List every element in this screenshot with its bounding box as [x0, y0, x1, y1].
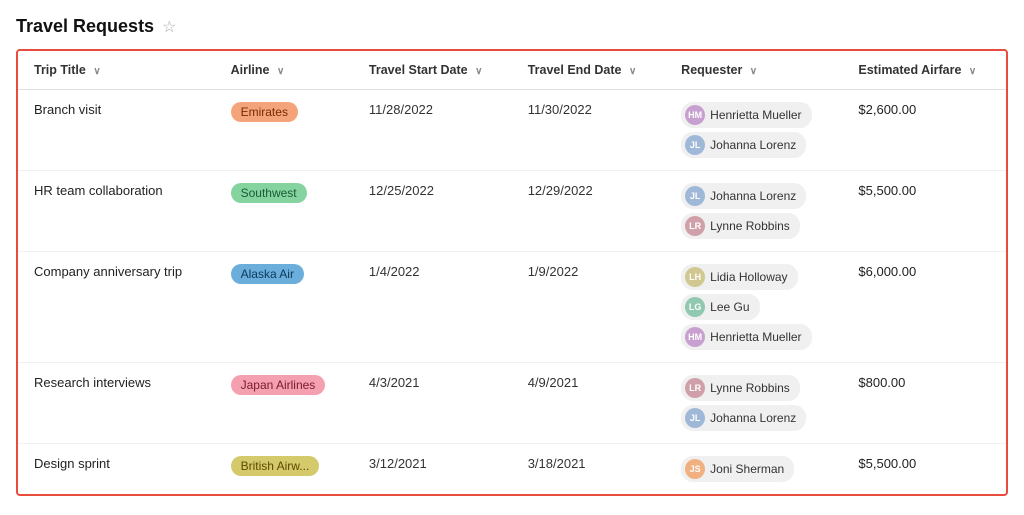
avatar: HM: [685, 327, 705, 347]
requester-name: Johanna Lorenz: [710, 138, 796, 152]
sort-requester-icon: ∨: [750, 66, 757, 77]
travel-end-date-cell: 11/30/2022: [512, 90, 665, 171]
avatar: JL: [685, 408, 705, 428]
sort-airfare-icon: ∨: [969, 66, 976, 77]
avatar: LR: [685, 378, 705, 398]
avatar: LG: [685, 297, 705, 317]
requester-cell: LR Lynne Robbins JL Johanna Lorenz: [665, 363, 842, 444]
col-travel-end-date[interactable]: Travel End Date ∨: [512, 51, 665, 90]
col-requester-label: Requester: [681, 63, 742, 77]
requester-name: Joni Sherman: [710, 462, 784, 476]
col-airline-label: Airline: [231, 63, 270, 77]
requester-chip: LG Lee Gu: [681, 294, 759, 320]
avatar: HM: [685, 105, 705, 125]
col-trip-title[interactable]: Trip Title ∨: [18, 51, 215, 90]
trip-title-value: HR team collaboration: [34, 183, 163, 198]
travel-end-date-cell: 3/18/2021: [512, 444, 665, 495]
avatar: JL: [685, 186, 705, 206]
requester-name: Lee Gu: [710, 300, 749, 314]
airline-badge: Emirates: [231, 102, 298, 122]
airline-cell: Southwest: [215, 171, 353, 252]
travel-requests-table: Trip Title ∨ Airline ∨ Travel Start Date…: [18, 51, 1006, 494]
trip-title-cell: Research interviews: [18, 363, 215, 444]
requester-name: Lynne Robbins: [710, 381, 790, 395]
estimated-airfare-cell: $5,500.00: [842, 171, 1006, 252]
estimated-airfare-cell: $2,600.00: [842, 90, 1006, 171]
requester-cell: JS Joni Sherman: [665, 444, 842, 495]
requester-chip: HM Henrietta Mueller: [681, 102, 811, 128]
table-row: Branch visit Emirates 11/28/202211/30/2022…: [18, 90, 1006, 171]
trip-title-cell: Design sprint: [18, 444, 215, 495]
airline-badge: Alaska Air: [231, 264, 304, 284]
requester-chip: JS Joni Sherman: [681, 456, 794, 482]
requester-name: Lynne Robbins: [710, 219, 790, 233]
sort-start-date-icon: ∨: [475, 66, 482, 77]
favorite-star-icon[interactable]: ☆: [162, 17, 176, 37]
requester-cell: JL Johanna Lorenz LR Lynne Robbins: [665, 171, 842, 252]
requester-name: Lidia Holloway: [710, 270, 787, 284]
requester-chip: LR Lynne Robbins: [681, 213, 800, 239]
col-travel-start-date-label: Travel Start Date: [369, 63, 468, 77]
requester-chip: JL Johanna Lorenz: [681, 183, 806, 209]
avatar: JL: [685, 135, 705, 155]
requester-name: Johanna Lorenz: [710, 411, 796, 425]
requester-name: Henrietta Mueller: [710, 108, 801, 122]
page-header: Travel Requests ☆: [16, 16, 1008, 37]
sort-end-date-icon: ∨: [629, 66, 636, 77]
requester-cell: HM Henrietta Mueller JL Johanna Lorenz: [665, 90, 842, 171]
travel-requests-table-container: Trip Title ∨ Airline ∨ Travel Start Date…: [16, 49, 1008, 496]
requester-cell: LH Lidia Holloway LG Lee Gu HM Henrietta Muel…: [665, 252, 842, 363]
estimated-airfare-cell: $5,500.00: [842, 444, 1006, 495]
requester-chip: JL Johanna Lorenz: [681, 132, 806, 158]
table-row: Design sprint British Airw... 3/12/20213/1…: [18, 444, 1006, 495]
col-trip-title-label: Trip Title: [34, 63, 86, 77]
travel-end-date-cell: 12/29/2022: [512, 171, 665, 252]
avatar: LR: [685, 216, 705, 236]
airline-cell: Japan Airlines: [215, 363, 353, 444]
col-estimated-airfare[interactable]: Estimated Airfare ∨: [842, 51, 1006, 90]
requester-chip: LR Lynne Robbins: [681, 375, 800, 401]
requester-name: Johanna Lorenz: [710, 189, 796, 203]
travel-start-date-cell: 12/25/2022: [353, 171, 512, 252]
travel-start-date-cell: 3/12/2021: [353, 444, 512, 495]
travel-start-date-cell: 4/3/2021: [353, 363, 512, 444]
travel-start-date-cell: 1/4/2022: [353, 252, 512, 363]
airline-badge: Southwest: [231, 183, 307, 203]
col-travel-start-date[interactable]: Travel Start Date ∨: [353, 51, 512, 90]
estimated-airfare-cell: $800.00: [842, 363, 1006, 444]
travel-end-date-cell: 4/9/2021: [512, 363, 665, 444]
avatar: LH: [685, 267, 705, 287]
requester-chip: HM Henrietta Mueller: [681, 324, 811, 350]
airline-cell: Emirates: [215, 90, 353, 171]
sort-airline-icon: ∨: [277, 66, 284, 77]
table-row: Company anniversary trip Alaska Air 1/4/20…: [18, 252, 1006, 363]
trip-title-cell: Company anniversary trip: [18, 252, 215, 363]
trip-title-value: Company anniversary trip: [34, 264, 182, 279]
trip-title-cell: Branch visit: [18, 90, 215, 171]
trip-title-value: Design sprint: [34, 456, 110, 471]
requester-name: Henrietta Mueller: [710, 330, 801, 344]
trip-title-value: Branch visit: [34, 102, 101, 117]
airline-cell: Alaska Air: [215, 252, 353, 363]
col-estimated-airfare-label: Estimated Airfare: [858, 63, 961, 77]
airline-badge: British Airw...: [231, 456, 320, 476]
requester-chip: LH Lidia Holloway: [681, 264, 797, 290]
travel-end-date-cell: 1/9/2022: [512, 252, 665, 363]
col-airline[interactable]: Airline ∨: [215, 51, 353, 90]
col-travel-end-date-label: Travel End Date: [528, 63, 622, 77]
travel-start-date-cell: 11/28/2022: [353, 90, 512, 171]
trip-title-cell: HR team collaboration: [18, 171, 215, 252]
avatar: JS: [685, 459, 705, 479]
requester-chip: JL Johanna Lorenz: [681, 405, 806, 431]
page-title: Travel Requests: [16, 16, 154, 37]
trip-title-value: Research interviews: [34, 375, 151, 390]
estimated-airfare-cell: $6,000.00: [842, 252, 1006, 363]
sort-trip-title-icon: ∨: [93, 66, 100, 77]
table-row: HR team collaboration Southwest 12/25/2022…: [18, 171, 1006, 252]
col-requester[interactable]: Requester ∨: [665, 51, 842, 90]
airline-cell: British Airw...: [215, 444, 353, 495]
table-row: Research interviews Japan Airlines 4/3/202…: [18, 363, 1006, 444]
table-header-row: Trip Title ∨ Airline ∨ Travel Start Date…: [18, 51, 1006, 90]
airline-badge: Japan Airlines: [231, 375, 326, 395]
